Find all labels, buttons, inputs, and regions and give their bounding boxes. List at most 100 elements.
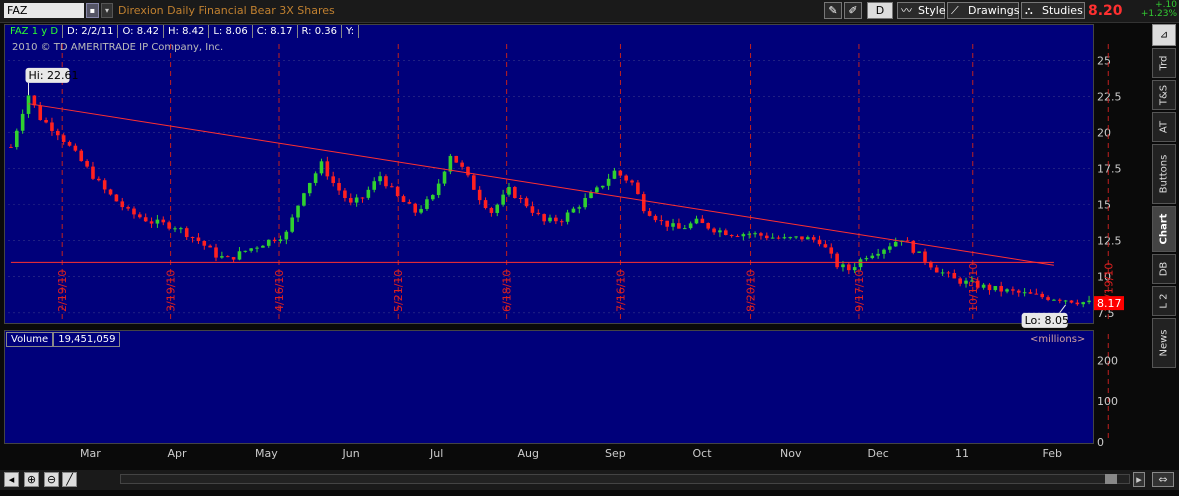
tab-db[interactable]: DB	[1152, 254, 1176, 284]
price-tick-label: 22.5	[1097, 90, 1122, 103]
candle-body	[114, 194, 119, 202]
tab-news[interactable]: News	[1152, 318, 1176, 368]
candle-body	[1005, 289, 1009, 292]
candle-body	[155, 219, 160, 224]
scrollbar-thumb[interactable]	[1105, 474, 1117, 484]
tab-at[interactable]: AT	[1152, 112, 1176, 142]
candle-body	[536, 212, 541, 215]
candle-body	[647, 211, 652, 216]
candle-body	[284, 231, 289, 240]
candle-body	[419, 208, 423, 213]
candle-body	[507, 186, 511, 195]
candle-body	[864, 258, 869, 260]
candle-body	[126, 207, 130, 209]
month-label: Aug	[518, 447, 539, 460]
candle-body	[184, 228, 189, 238]
candle-body	[1016, 290, 1021, 293]
candle-body	[981, 284, 986, 288]
candle-body	[735, 236, 740, 238]
candle-body	[641, 194, 646, 212]
candle-body	[571, 208, 576, 213]
date-marker-label: 2/19/10	[56, 270, 69, 312]
candle-body	[694, 218, 699, 224]
chart-scrollbar[interactable]	[120, 474, 1130, 484]
volume-info: Volume 19,451,059	[6, 332, 121, 347]
candle-body	[360, 197, 365, 199]
scroll-right-icon[interactable]: ▸	[1133, 472, 1145, 487]
tab-trd[interactable]: Trd	[1152, 48, 1176, 78]
candle-body	[753, 233, 757, 235]
candle-body	[91, 166, 95, 179]
candle-body	[454, 155, 459, 163]
candle-body	[999, 285, 1003, 292]
month-label: Mar	[80, 447, 101, 460]
candle-body	[436, 183, 441, 196]
volume-panel[interactable]	[4, 330, 1094, 444]
candle-body	[782, 237, 787, 239]
tab-l2[interactable]: L 2	[1152, 286, 1176, 316]
candle-body	[431, 195, 435, 200]
candle-body	[823, 244, 828, 248]
candle-body	[472, 175, 476, 190]
candle-body	[940, 272, 945, 274]
candle-body	[167, 222, 171, 229]
candle-body	[395, 186, 400, 197]
candle-body	[231, 257, 236, 260]
expand-icon[interactable]: ⇔	[1152, 472, 1174, 487]
candle-body	[624, 175, 628, 181]
date-marker-label: 4/16/10	[273, 270, 286, 312]
candle-body	[700, 218, 705, 224]
month-label: Nov	[780, 447, 802, 460]
candle-body	[372, 181, 377, 190]
tab-ts[interactable]: T&S	[1152, 80, 1176, 110]
tab-chart-label: Chart	[1158, 213, 1170, 245]
month-label: Jul	[429, 447, 443, 460]
candle-body	[354, 197, 359, 203]
candle-body	[1087, 300, 1091, 303]
date-marker-label: 6/18/10	[501, 270, 514, 312]
candle-body	[266, 239, 271, 246]
candle-body	[44, 120, 48, 123]
tab-trd-label: Trd	[1158, 55, 1170, 71]
drawing-line-icon[interactable]: ╱	[62, 472, 77, 487]
candle-body	[870, 255, 875, 259]
tab-chart[interactable]: Chart	[1152, 206, 1176, 252]
right-side-tabs: ⊿ Trd T&S AT Buttons Chart DB L 2 News	[1150, 24, 1179, 374]
candle-body	[765, 235, 769, 239]
candle-body	[712, 228, 716, 233]
candle-body	[811, 237, 816, 240]
trendline	[28, 103, 1054, 266]
candle-body	[366, 189, 371, 198]
candle-body	[770, 237, 775, 239]
date-marker-label: 8/20/10	[745, 270, 758, 312]
date-marker-label: 5/21/10	[392, 270, 405, 312]
candle-body	[882, 249, 886, 254]
zoom-out-icon[interactable]: ⊖	[44, 472, 59, 487]
volume-tick-label: 200	[1097, 354, 1118, 367]
month-label: Apr	[168, 447, 188, 460]
candle-body	[79, 150, 84, 162]
candle-body	[337, 183, 341, 191]
candle-body	[829, 247, 834, 254]
candle-body	[659, 220, 664, 222]
zoom-in-icon[interactable]: ⊕	[24, 472, 39, 487]
candle-body	[448, 155, 453, 172]
date-marker-label: 7/16/10	[614, 270, 627, 312]
candle-body	[800, 236, 804, 240]
candle-body	[618, 170, 623, 176]
candle-body	[313, 173, 318, 183]
candle-body	[108, 189, 113, 195]
candle-body	[630, 180, 634, 183]
candle-body	[970, 280, 974, 282]
candle-body	[589, 192, 593, 198]
candle-body	[934, 267, 939, 273]
candle-body	[817, 239, 822, 245]
tab-buttons[interactable]: Buttons	[1152, 144, 1176, 204]
volume-units: <millions>	[1030, 334, 1086, 345]
chart-options-icon[interactable]: ⊿	[1152, 24, 1176, 46]
candle-body	[9, 146, 13, 148]
candle-body	[952, 273, 957, 279]
date-marker-label: 9/17/10	[853, 270, 866, 312]
candle-body	[67, 141, 72, 146]
scroll-left-icon[interactable]: ◂	[4, 472, 19, 487]
